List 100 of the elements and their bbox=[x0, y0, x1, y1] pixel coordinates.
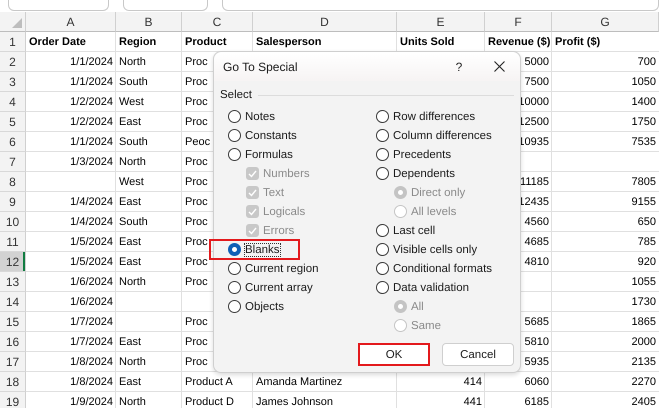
ok-button[interactable]: OK bbox=[358, 343, 430, 366]
table-cell: 1/5/2024 bbox=[70, 236, 113, 248]
radio-button[interactable] bbox=[376, 129, 389, 142]
table-cell: East bbox=[119, 116, 142, 128]
radio-button[interactable] bbox=[228, 281, 241, 294]
row-header[interactable]: 8 bbox=[0, 172, 26, 192]
row-header[interactable]: 17 bbox=[0, 352, 26, 372]
table-cell: West bbox=[119, 176, 144, 188]
help-button[interactable]: ? bbox=[448, 56, 470, 78]
radio-button[interactable] bbox=[228, 262, 241, 275]
row-header[interactable]: 1 bbox=[0, 32, 26, 52]
row-header[interactable]: 4 bbox=[0, 92, 26, 112]
table-cell: 4685 bbox=[524, 236, 549, 248]
row-header[interactable]: 10 bbox=[0, 212, 26, 232]
table-cell: Proc bbox=[185, 156, 208, 168]
table-cell: 12500 bbox=[518, 116, 549, 128]
radio-button[interactable] bbox=[228, 110, 241, 123]
table-cell: 1/5/2024 bbox=[70, 256, 113, 268]
column-header[interactable]: G bbox=[552, 12, 659, 32]
dialog-title: Go To Special bbox=[223, 60, 298, 74]
radio-button[interactable] bbox=[376, 243, 389, 256]
option-label: Column differences bbox=[392, 130, 492, 142]
table-cell: North bbox=[119, 56, 146, 68]
table-cell: 1/7/2024 bbox=[70, 336, 113, 348]
table-cell: Proc bbox=[185, 356, 208, 368]
table-cell: 1400 bbox=[632, 96, 656, 108]
close-icon bbox=[494, 61, 504, 72]
cancel-button[interactable]: Cancel bbox=[442, 343, 514, 366]
table-cell: 2135 bbox=[632, 356, 656, 368]
column-header[interactable]: A bbox=[26, 12, 116, 32]
table-cell: 5810 bbox=[524, 336, 549, 348]
table-cell: 6060 bbox=[524, 376, 549, 388]
table-cell: Peoc bbox=[185, 136, 210, 148]
table-cell: South bbox=[119, 136, 148, 148]
radio-button[interactable] bbox=[376, 262, 389, 275]
column-title: Salesperson bbox=[256, 36, 322, 48]
table-cell: 1/2/2024 bbox=[70, 116, 113, 128]
table-cell: 4810 bbox=[524, 256, 549, 268]
column-title: Product bbox=[185, 36, 227, 48]
table-cell: 785 bbox=[638, 236, 656, 248]
table-cell: East bbox=[119, 376, 142, 388]
table-cell: Amanda Martinez bbox=[256, 376, 342, 388]
table-cell: North bbox=[119, 276, 146, 288]
radio-button[interactable] bbox=[376, 281, 389, 294]
row-header[interactable]: 13 bbox=[0, 272, 26, 292]
table-cell: East bbox=[119, 256, 142, 268]
table-cell: Proc bbox=[185, 276, 208, 288]
column-header[interactable]: D bbox=[253, 12, 397, 32]
row-header[interactable]: 18 bbox=[0, 372, 26, 392]
table-cell: Proc bbox=[185, 56, 208, 68]
radio-button[interactable] bbox=[228, 129, 241, 142]
row-header[interactable]: 12 bbox=[0, 252, 26, 272]
table-cell: Proc bbox=[185, 216, 208, 228]
table-cell: 1865 bbox=[632, 316, 656, 328]
table-cell: Proc bbox=[185, 336, 208, 348]
table-cell: 1/6/2024 bbox=[70, 276, 113, 288]
row-header[interactable]: 2 bbox=[0, 52, 26, 72]
table-cell: Proc bbox=[185, 116, 208, 128]
row-header[interactable]: 11 bbox=[0, 232, 26, 252]
option-label: Conditional formats bbox=[392, 262, 492, 274]
column-header[interactable]: C bbox=[182, 12, 253, 32]
table-cell: 11185 bbox=[520, 176, 549, 188]
table-cell: 700 bbox=[638, 56, 656, 68]
radio-button[interactable] bbox=[228, 148, 241, 161]
radio-button[interactable] bbox=[228, 243, 241, 256]
group-label: Select bbox=[220, 89, 252, 101]
table-cell: North bbox=[119, 356, 146, 368]
table-cell: 1/1/2024 bbox=[70, 56, 113, 68]
table-cell: 5685 bbox=[524, 316, 549, 328]
row-header[interactable]: 14 bbox=[0, 292, 26, 312]
radio-button[interactable] bbox=[376, 224, 389, 237]
table-cell: 2270 bbox=[632, 376, 656, 388]
radio-button[interactable] bbox=[376, 110, 389, 123]
table-cell: North bbox=[119, 396, 146, 408]
column-header[interactable]: B bbox=[116, 12, 182, 32]
row-header[interactable]: 9 bbox=[0, 192, 26, 212]
table-cell: 1/4/2024 bbox=[70, 216, 113, 228]
column-header[interactable]: F bbox=[485, 12, 552, 32]
table-cell: East bbox=[119, 336, 142, 348]
option-label: Data validation bbox=[392, 282, 470, 294]
radio-button[interactable] bbox=[228, 300, 241, 313]
option-label: Errors bbox=[263, 224, 294, 236]
table-cell: Product D bbox=[185, 396, 234, 408]
radio-button[interactable] bbox=[376, 148, 389, 161]
row-header[interactable]: 7 bbox=[0, 152, 26, 172]
row-header[interactable]: 19 bbox=[0, 392, 26, 408]
row-header[interactable]: 16 bbox=[0, 332, 26, 352]
option-label: Text bbox=[263, 186, 284, 198]
toolbar-field[interactable] bbox=[122, 0, 208, 11]
row-header[interactable]: 15 bbox=[0, 312, 26, 332]
column-header[interactable]: E bbox=[397, 12, 485, 32]
table-cell: 1750 bbox=[632, 116, 656, 128]
row-header[interactable]: 3 bbox=[0, 72, 26, 92]
radio-button[interactable] bbox=[376, 167, 389, 180]
table-cell: 9155 bbox=[632, 196, 656, 208]
table-cell: 7535 bbox=[632, 136, 656, 148]
table-cell: Product A bbox=[185, 376, 233, 388]
row-header[interactable]: 6 bbox=[0, 132, 26, 152]
option-label: Last cell bbox=[392, 224, 436, 236]
row-header[interactable]: 5 bbox=[0, 112, 26, 132]
